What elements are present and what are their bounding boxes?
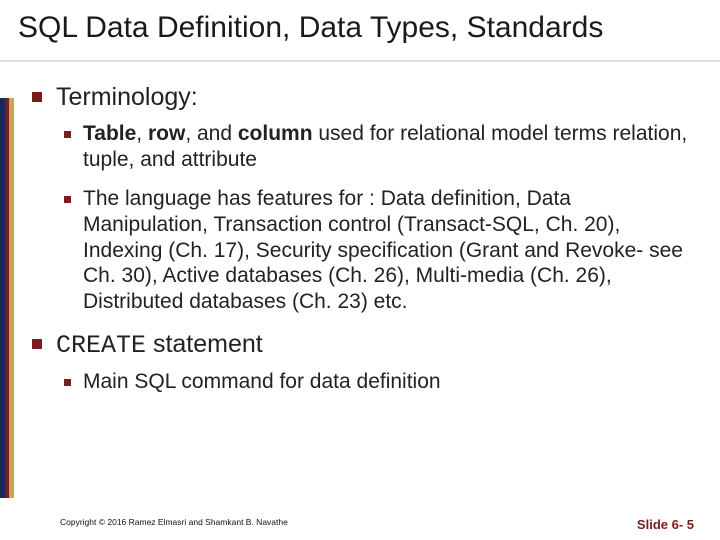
create-keyword: CREATE	[56, 331, 146, 360]
slide-title: SQL Data Definition, Data Types, Standar…	[18, 10, 702, 46]
bullet-text: Terminology:	[56, 82, 198, 113]
bullet-square-icon	[64, 196, 71, 203]
subbullet-language-features: The language has features for : Data def…	[64, 186, 698, 314]
subbullet-text: Main SQL command for data definition	[83, 369, 441, 395]
subbullet-table-row-column: Table, row, and column used for relation…	[64, 121, 698, 172]
bullet-square-icon	[64, 131, 71, 138]
side-stripes	[0, 98, 14, 498]
copyright-text: Copyright © 2016 Ramez Elmasri and Shamk…	[60, 517, 288, 532]
bullet-square-icon	[32, 339, 42, 349]
bullet-create-statement: CREATE statement	[32, 329, 698, 361]
page-number: Slide 6- 5	[637, 517, 694, 532]
create-rest: statement	[146, 330, 263, 358]
content-area: Terminology: Table, row, and column used…	[0, 62, 720, 394]
bullet-text: CREATE statement	[56, 329, 263, 361]
footer: Copyright © 2016 Ramez Elmasri and Shamk…	[0, 517, 720, 532]
bullet-square-icon	[32, 92, 42, 102]
title-region: SQL Data Definition, Data Types, Standar…	[0, 0, 720, 62]
bullet-terminology: Terminology:	[32, 82, 698, 113]
bullet-square-icon	[64, 379, 71, 386]
subbullet-text: The language has features for : Data def…	[83, 186, 698, 314]
subbullet-text: Table, row, and column used for relation…	[83, 121, 698, 172]
subbullet-main-command: Main SQL command for data definition	[64, 369, 698, 395]
